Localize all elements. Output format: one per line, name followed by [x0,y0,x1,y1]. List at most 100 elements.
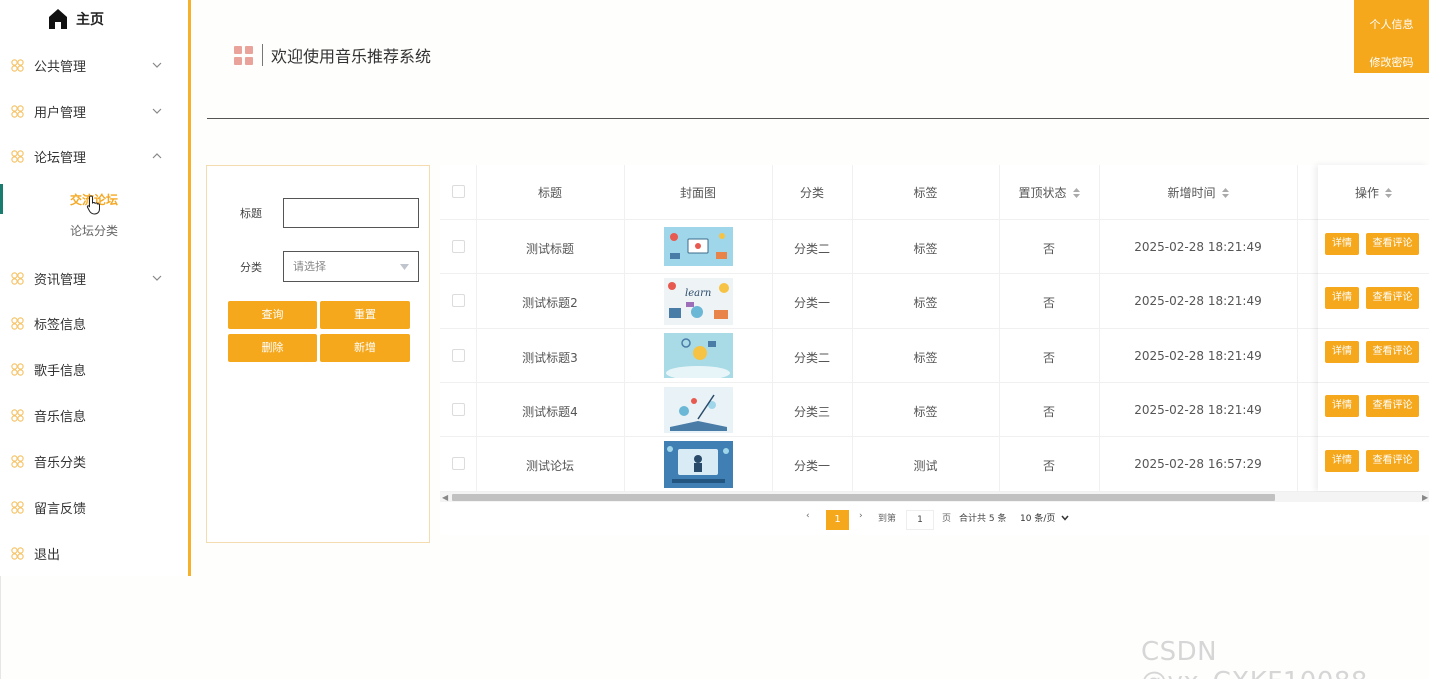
scrollbar-thumb[interactable] [452,494,1275,501]
cell-tag: 标签 [913,405,938,419]
row-divider [440,328,1429,329]
prev-page-button[interactable]: ‹ [806,511,810,529]
row-divider [440,436,1429,437]
query-button[interactable]: 查询 [228,301,317,329]
chevron-down-icon [152,275,162,281]
title-input[interactable] [283,198,419,228]
column-header-created[interactable]: 新增时间 [1099,184,1297,201]
add-button[interactable]: 新增 [320,334,410,362]
column-header-actions[interactable]: 操作 [1318,184,1429,201]
cover-image[interactable] [664,441,733,488]
cell-created: 2025-02-28 18:21:49 [1134,240,1262,254]
sidebar-item-logout[interactable]: 退出 [0,538,188,568]
view-comments-button[interactable]: 查看评论 [1366,450,1419,472]
flower-icon [11,408,24,422]
sort-icon [1072,188,1080,198]
watermark: CSDN @vx_CXKF10088 [1141,637,1367,679]
cover-image[interactable] [664,227,733,266]
cover-image[interactable] [664,387,733,433]
row-checkbox[interactable] [452,240,465,253]
grid-icon [234,45,253,65]
sidebar-home-label: 主页 [76,12,104,28]
caret-down-icon [400,264,409,270]
scroll-left-icon[interactable]: ◀ [442,493,448,502]
cell-category: 分类二 [793,351,830,365]
current-page[interactable]: 1 [826,510,849,530]
sidebar-item-news[interactable]: 资讯管理 [0,263,188,293]
column-header-pinned-label: 置顶状态 [1018,186,1067,200]
sidebar-item-singers[interactable]: 歌手信息 [0,354,188,384]
chevron-up-icon [152,153,162,159]
cell-pinned: 否 [1042,242,1055,256]
profile-button[interactable]: 个人信息 [1354,16,1429,32]
sidebar-edge [0,576,1,679]
cell-title: 测试标题4 [522,405,578,419]
view-comments-button[interactable]: 查看评论 [1366,395,1419,417]
row-checkbox[interactable] [452,457,465,470]
total-count: 合计共 5 条 [959,514,1007,524]
detail-button[interactable]: 详情 [1325,341,1359,363]
sidebar-item-music-category[interactable]: 音乐分类 [0,446,188,476]
sort-icon [1385,188,1392,198]
column-header-created-label: 新增时间 [1167,186,1216,200]
cell-category: 分类三 [793,405,830,419]
sidebar-home[interactable]: 主页 [48,6,104,32]
cell-pinned: 否 [1042,459,1055,473]
category-select[interactable]: 请选择 [283,251,419,282]
sidebar-item-public[interactable]: 公共管理 [0,50,188,80]
column-header-title: 标题 [537,186,562,200]
user-menu: 个人信息 修改密码 [1354,0,1429,73]
sidebar-item-forum[interactable]: 论坛管理 [0,141,188,171]
sidebar-subitem-forum-category[interactable]: 论坛分类 [0,222,188,239]
cell-pinned: 否 [1042,405,1055,419]
next-page-button[interactable]: › [859,511,863,529]
detail-button[interactable]: 详情 [1325,233,1359,255]
column-header-category: 分类 [799,186,824,200]
detail-button[interactable]: 详情 [1325,287,1359,309]
sort-icon [1221,188,1229,198]
row-divider [440,219,1429,220]
select-all-checkbox[interactable] [452,185,465,198]
sidebar-item-feedback[interactable]: 留言反馈 [0,492,188,522]
cover-image[interactable] [664,333,733,378]
sidebar-item-label: 退出 [34,547,61,563]
detail-button[interactable]: 详情 [1325,395,1359,417]
flower-icon [11,149,24,163]
view-comments-button[interactable]: 查看评论 [1366,341,1419,363]
page-title: 欢迎使用音乐推荐系统 [271,47,432,66]
row-checkbox[interactable] [452,403,465,416]
goto-page-input[interactable]: 1 [906,510,934,530]
reset-button[interactable]: 重置 [320,301,410,329]
sidebar-item-label: 标签信息 [34,317,87,333]
column-header-pinned[interactable]: 置顶状态 [999,184,1099,201]
cover-image[interactable]: learn [664,278,733,325]
change-password-button[interactable]: 修改密码 [1354,54,1429,70]
scroll-right-icon[interactable]: ▶ [1422,493,1428,502]
cell-created: 2025-02-28 18:21:49 [1134,403,1262,417]
row-divider [440,382,1429,383]
sidebar-item-label: 音乐分类 [34,455,87,471]
view-comments-button[interactable]: 查看评论 [1366,233,1419,255]
search-panel: 标题 分类 请选择 查询 重置 删除 新增 [206,165,430,543]
sidebar-item-music[interactable]: 音乐信息 [0,400,188,430]
view-comments-button[interactable]: 查看评论 [1366,287,1419,309]
column-header-tag: 标签 [913,186,938,200]
cell-tag: 测试 [913,459,938,473]
cell-pinned: 否 [1042,296,1055,310]
row-checkbox[interactable] [452,349,465,362]
sidebar-item-tags[interactable]: 标签信息 [0,308,188,338]
horizontal-scrollbar[interactable]: ◀ ▶ [440,492,1429,502]
delete-button[interactable]: 删除 [228,334,317,362]
sidebar-item-label: 公共管理 [34,59,87,75]
category-field-label: 分类 [240,261,262,274]
detail-button[interactable]: 详情 [1325,450,1359,472]
cell-category: 分类一 [793,296,830,310]
forum-table: 标题 封面图 分类 标签 置顶状态 新增时间 操作 测试标题 分类二 标签 否 … [440,165,1429,535]
row-divider [440,273,1429,274]
cell-created: 2025-02-28 16:57:29 [1134,457,1262,471]
row-checkbox[interactable] [452,294,465,307]
flower-icon [11,500,24,514]
sidebar-item-users[interactable]: 用户管理 [0,96,188,126]
page-size-select[interactable]: 10 条/页 [1020,511,1069,529]
cell-created: 2025-02-28 18:21:49 [1134,349,1262,363]
